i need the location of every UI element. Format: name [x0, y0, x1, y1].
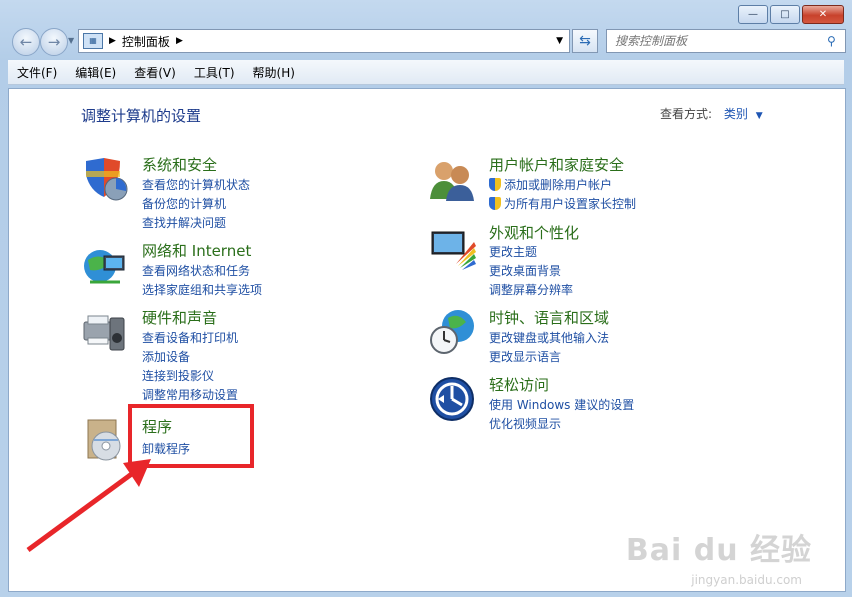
menu-view[interactable]: 查看(V)	[125, 64, 185, 81]
address-dropdown-icon[interactable]: ▼	[556, 36, 563, 46]
maximize-button[interactable]: □	[770, 5, 800, 24]
control-panel-icon: ▦	[83, 33, 103, 49]
link-add-remove-users[interactable]: 添加或删除用户帐户	[489, 176, 612, 193]
close-button[interactable]: ✕	[802, 5, 844, 24]
link-add-device[interactable]: 添加设备	[142, 348, 190, 365]
link-devices-printers[interactable]: 查看设备和打印机	[142, 329, 238, 346]
link-change-keyboard[interactable]: 更改键盘或其他输入法	[489, 329, 609, 346]
search-input[interactable]	[613, 33, 827, 49]
network-internet-icon[interactable]	[80, 242, 128, 290]
link-windows-suggested-settings[interactable]: 使用 Windows 建议的设置	[489, 396, 634, 413]
user-accounts-icon[interactable]	[428, 155, 476, 203]
view-by-dropdown-icon[interactable]: ▼	[756, 111, 763, 121]
appearance-icon[interactable]	[428, 224, 476, 272]
minimize-button[interactable]: —	[738, 5, 768, 24]
view-by-dropdown[interactable]: 类别	[724, 107, 748, 121]
address-bar[interactable]: ▦ ▶ 控制面板 ▶ ▼	[78, 29, 570, 53]
link-change-theme[interactable]: 更改主题	[489, 243, 537, 260]
link-connect-projector[interactable]: 连接到投影仪	[142, 367, 214, 384]
watermark-url: jingyan.baidu.com	[691, 573, 802, 587]
search-icon[interactable]: ⚲	[827, 34, 845, 48]
menu-tools[interactable]: 工具(T)	[185, 64, 244, 81]
category-appearance[interactable]: 外观和个性化	[489, 222, 579, 243]
history-dropdown-icon[interactable]: ▼	[68, 36, 74, 45]
link-homegroup-sharing[interactable]: 选择家庭组和共享选项	[142, 281, 262, 298]
link-change-display-language[interactable]: 更改显示语言	[489, 348, 561, 365]
category-system-security[interactable]: 系统和安全	[142, 154, 217, 175]
page-title: 调整计算机的设置	[81, 107, 202, 125]
system-security-icon[interactable]	[80, 155, 128, 203]
link-find-fix-problems[interactable]: 查找并解决问题	[142, 214, 226, 231]
menu-help[interactable]: 帮助(H)	[244, 64, 304, 81]
menu-bar: 文件(F) 编辑(E) 查看(V) 工具(T) 帮助(H)	[8, 60, 844, 85]
annotation-arrow	[26, 459, 151, 553]
menu-file[interactable]: 文件(F)	[8, 64, 66, 81]
category-clock-language-region[interactable]: 时钟、语言和区域	[489, 307, 609, 328]
view-by: 查看方式: 类别 ▼	[660, 105, 763, 122]
clock-language-icon[interactable]	[428, 308, 476, 356]
refresh-button[interactable]: ⇆	[572, 29, 598, 53]
caption-buttons: — □ ✕	[736, 5, 844, 24]
link-optimize-display[interactable]: 优化视频显示	[489, 415, 561, 432]
menu-edit[interactable]: 编辑(E)	[66, 64, 125, 81]
forward-button[interactable]: →	[40, 28, 68, 56]
breadcrumb-control-panel[interactable]: 控制面板	[122, 33, 170, 50]
link-view-computer-status[interactable]: 查看您的计算机状态	[142, 176, 250, 193]
category-hardware-sound[interactable]: 硬件和声音	[142, 307, 217, 328]
back-button[interactable]: ←	[12, 28, 40, 56]
link-desktop-background[interactable]: 更改桌面背景	[489, 262, 561, 279]
ease-of-access-icon[interactable]	[428, 375, 476, 423]
link-parental-controls[interactable]: 为所有用户设置家长控制	[489, 195, 636, 212]
search-box[interactable]: ⚲	[606, 29, 846, 53]
category-ease-of-access[interactable]: 轻松访问	[489, 374, 549, 395]
link-screen-resolution[interactable]: 调整屏幕分辨率	[489, 281, 573, 298]
breadcrumb-chevron-icon[interactable]: ▶	[176, 36, 183, 46]
category-user-accounts[interactable]: 用户帐户和家庭安全	[489, 154, 624, 175]
hardware-sound-icon[interactable]	[80, 308, 128, 356]
shield-icon	[489, 197, 501, 210]
link-backup-computer[interactable]: 备份您的计算机	[142, 195, 226, 212]
category-network-internet[interactable]: 网络和 Internet	[142, 240, 251, 261]
shield-icon	[489, 178, 501, 191]
watermark-logo: Bai du 经验	[625, 533, 812, 568]
link-mobility-settings[interactable]: 调整常用移动设置	[142, 386, 238, 403]
view-by-label: 查看方式:	[660, 107, 713, 121]
link-network-status[interactable]: 查看网络状态和任务	[142, 262, 250, 279]
breadcrumb-chevron-icon[interactable]: ▶	[109, 36, 116, 46]
window-frame: — □ ✕ ← → ▼ ▦ ▶ 控制面板 ▶ ▼ ⇆ ⚲ 文件(F) 编辑(E)…	[0, 0, 852, 597]
